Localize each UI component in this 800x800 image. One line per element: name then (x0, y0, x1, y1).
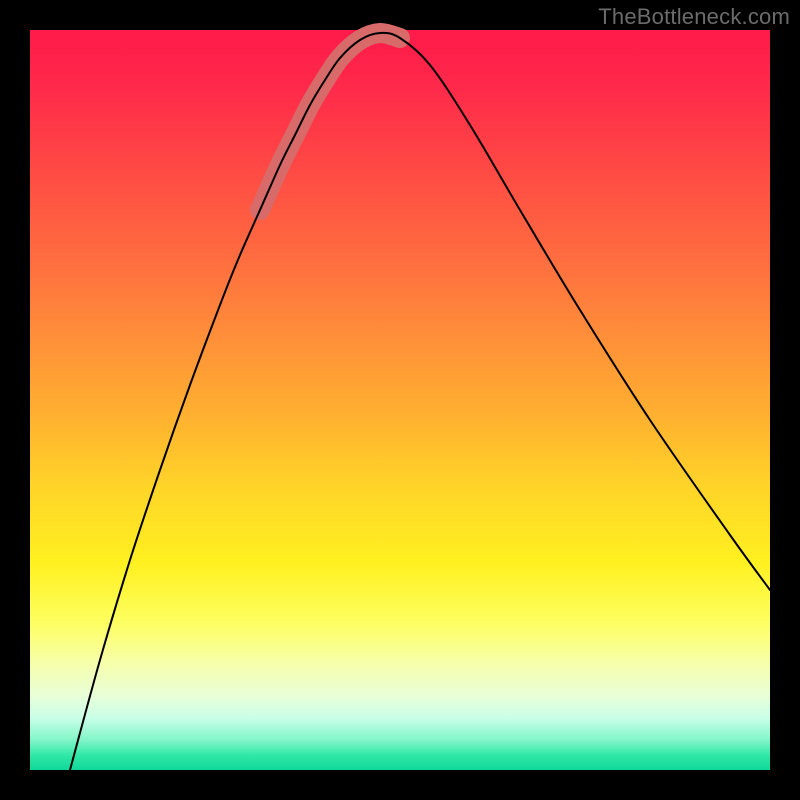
chart-svg (30, 30, 770, 770)
watermark-text: TheBottleneck.com (598, 4, 790, 30)
highlight-segment (260, 33, 400, 210)
bottleneck-curve-line (70, 33, 770, 770)
chart-plot-area (30, 30, 770, 770)
